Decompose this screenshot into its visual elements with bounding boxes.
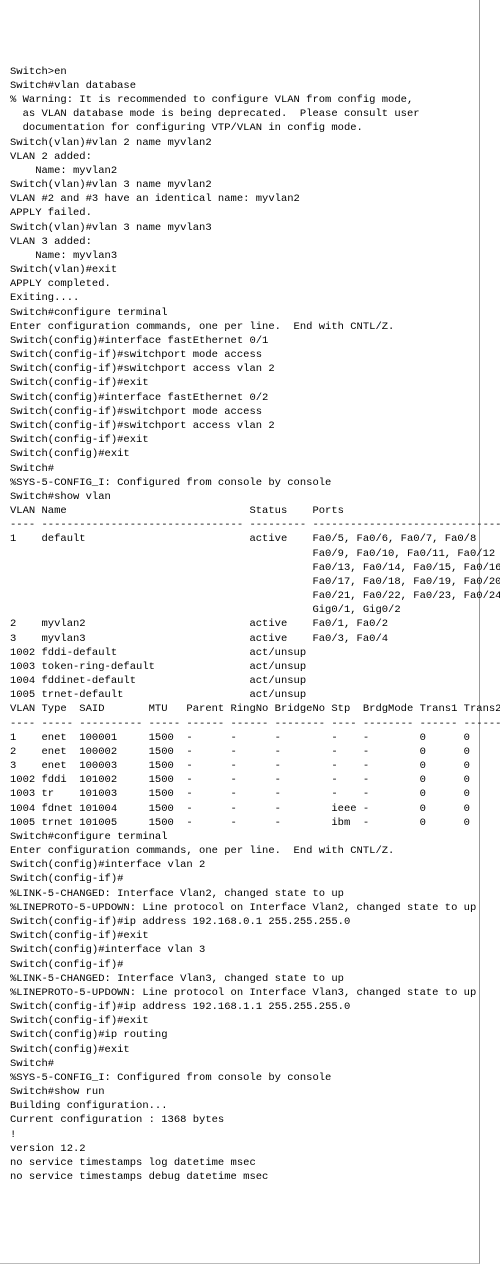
terminal-line: %LINK-5-CHANGED: Interface Vlan3, change… (10, 972, 469, 986)
terminal-line: Switch(config-if)#exit (10, 929, 469, 943)
terminal-line: Switch(config-if)# (10, 958, 469, 972)
terminal-line: Switch(config)#interface vlan 2 (10, 858, 469, 872)
terminal-line: 1005 trnet-default act/unsup (10, 688, 469, 702)
terminal-line: Switch(config-if)#switchport access vlan… (10, 419, 469, 433)
terminal-line: Switch(config-if)#ip address 192.168.1.1… (10, 1000, 469, 1014)
terminal-line: Switch# (10, 462, 469, 476)
terminal-line: Name: myvlan2 (10, 164, 469, 178)
terminal-line: %LINEPROTO-5-UPDOWN: Line protocol on In… (10, 901, 469, 915)
terminal-line: Switch(config-if)#exit (10, 433, 469, 447)
terminal-line: Switch# (10, 1057, 469, 1071)
terminal-line: 1 enet 100001 1500 - - - - - 0 0 (10, 731, 469, 745)
terminal-line: Switch(config)#exit (10, 447, 469, 461)
terminal-line: ---- -------------------------------- --… (10, 518, 469, 532)
terminal-line: Switch(config)#interface fastEthernet 0/… (10, 334, 469, 348)
terminal-line: ! (10, 1128, 469, 1142)
terminal-line: Switch#configure terminal (10, 830, 469, 844)
terminal-line: Switch(vlan)#exit (10, 263, 469, 277)
terminal-line: 3 myvlan3 active Fa0/3, Fa0/4 (10, 632, 469, 646)
terminal-line: ---- ----- ---------- ----- ------ -----… (10, 717, 469, 731)
terminal-line: VLAN #2 and #3 have an identical name: m… (10, 192, 469, 206)
terminal-line: Switch(config-if)#exit (10, 1014, 469, 1028)
terminal-line: APPLY completed. (10, 277, 469, 291)
terminal-line: Fa0/21, Fa0/22, Fa0/23, Fa0/24 (10, 589, 469, 603)
terminal-line: documentation for configuring VTP/VLAN i… (10, 121, 469, 135)
terminal-line: 1002 fddi-default act/unsup (10, 646, 469, 660)
terminal-line: Switch(config-if)# (10, 872, 469, 886)
terminal-line: %LINK-5-CHANGED: Interface Vlan2, change… (10, 887, 469, 901)
terminal-line: 1002 fddi 101002 1500 - - - - - 0 0 (10, 773, 469, 787)
terminal-line: Switch>en (10, 65, 469, 79)
terminal-line: Switch#vlan database (10, 79, 469, 93)
terminal-line: Switch(config-if)#exit (10, 376, 469, 390)
terminal-line: % Warning: It is recommended to configur… (10, 93, 469, 107)
terminal-line: APPLY failed. (10, 206, 469, 220)
terminal-line: %SYS-5-CONFIG_I: Configured from console… (10, 476, 469, 490)
terminal-line: 1004 fdnet 101004 1500 - - - ieee - 0 0 (10, 802, 469, 816)
terminal-line: Switch(config-if)#switchport mode access (10, 348, 469, 362)
terminal-line: 1005 trnet 101005 1500 - - - ibm - 0 0 (10, 816, 469, 830)
terminal-line: VLAN 3 added: (10, 235, 469, 249)
terminal-line: VLAN Name Status Ports (10, 504, 469, 518)
terminal-line: Fa0/13, Fa0/14, Fa0/15, Fa0/16 (10, 561, 469, 575)
terminal-line: 1 default active Fa0/5, Fa0/6, Fa0/7, Fa… (10, 532, 469, 546)
terminal-line: Fa0/17, Fa0/18, Fa0/19, Fa0/20 (10, 575, 469, 589)
terminal-line: 1003 token-ring-default act/unsup (10, 660, 469, 674)
terminal-line: 1003 tr 101003 1500 - - - - - 0 0 (10, 787, 469, 801)
terminal-line: Enter configuration commands, one per li… (10, 844, 469, 858)
terminal-line: %LINEPROTO-5-UPDOWN: Line protocol on In… (10, 986, 469, 1000)
terminal-line: Enter configuration commands, one per li… (10, 320, 469, 334)
terminal-line: Exiting.... (10, 291, 469, 305)
terminal-line: Switch(config-if)#switchport access vlan… (10, 362, 469, 376)
terminal-line: Gig0/1, Gig0/2 (10, 603, 469, 617)
terminal-line: Switch(vlan)#vlan 3 name myvlan2 (10, 178, 469, 192)
terminal-line: Switch(config)#interface vlan 3 (10, 943, 469, 957)
terminal-line: Switch(vlan)#vlan 3 name myvlan3 (10, 221, 469, 235)
terminal-line: as VLAN database mode is being deprecate… (10, 107, 469, 121)
terminal-line: VLAN Type SAID MTU Parent RingNo BridgeN… (10, 702, 469, 716)
terminal-line: VLAN 2 added: (10, 150, 469, 164)
terminal-line: Switch(vlan)#vlan 2 name myvlan2 (10, 136, 469, 150)
terminal-line: Switch#show run (10, 1085, 469, 1099)
terminal-line: Switch#configure terminal (10, 306, 469, 320)
terminal-line: Building configuration... (10, 1099, 469, 1113)
terminal-line: %SYS-5-CONFIG_I: Configured from console… (10, 1071, 469, 1085)
terminal-line: Current configuration : 1368 bytes (10, 1113, 469, 1127)
terminal-line: Fa0/9, Fa0/10, Fa0/11, Fa0/12 (10, 547, 469, 561)
terminal-line: Switch(config-if)#switchport mode access (10, 405, 469, 419)
terminal-line: Switch#show vlan (10, 490, 469, 504)
terminal-line: Name: myvlan3 (10, 249, 469, 263)
terminal-line: no service timestamps debug datetime mse… (10, 1170, 469, 1184)
terminal-line: Switch(config-if)#ip address 192.168.0.1… (10, 915, 469, 929)
terminal-line: 3 enet 100003 1500 - - - - - 0 0 (10, 759, 469, 773)
terminal-line: Switch(config)#exit (10, 1043, 469, 1057)
terminal-output[interactable]: Switch>enSwitch#vlan database% Warning: … (10, 65, 469, 1185)
terminal-line: 2 enet 100002 1500 - - - - - 0 0 (10, 745, 469, 759)
terminal-line: version 12.2 (10, 1142, 469, 1156)
terminal-line: no service timestamps log datetime msec (10, 1156, 469, 1170)
terminal-line: 2 myvlan2 active Fa0/1, Fa0/2 (10, 617, 469, 631)
terminal-line: Switch(config)#interface fastEthernet 0/… (10, 391, 469, 405)
terminal-line: Switch(config)#ip routing (10, 1028, 469, 1042)
terminal-line: 1004 fddinet-default act/unsup (10, 674, 469, 688)
